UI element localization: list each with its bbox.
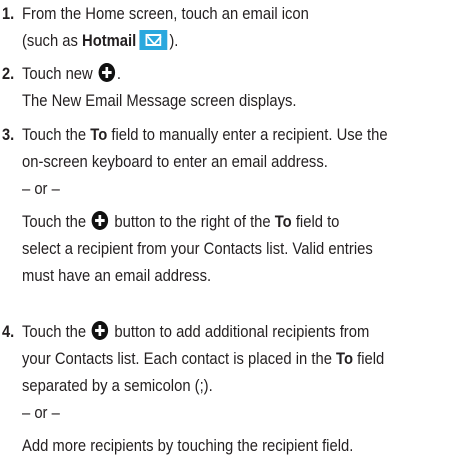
step-text: field xyxy=(353,349,385,368)
step-line: select a recipient from your Contacts li… xyxy=(22,239,373,258)
step-text: Touch the xyxy=(22,322,87,341)
step-number: 4. xyxy=(2,322,15,341)
step-line: Touch new . xyxy=(22,60,473,87)
or-separator: – or – xyxy=(22,403,60,422)
step-text: (such as xyxy=(22,31,83,50)
step-text: field to xyxy=(291,212,340,231)
plus-circle-icon xyxy=(92,211,109,230)
step-body: Touch the To field to manually enter a r… xyxy=(22,121,473,289)
field-name: To xyxy=(90,125,108,144)
step-line: Touch the button to the right of the To … xyxy=(22,208,473,235)
step-number: 1. xyxy=(2,4,15,23)
step-line: From the Home screen, touch an email ico… xyxy=(22,0,473,27)
field-name: To xyxy=(336,349,354,368)
step-line: your Contacts list. Each contact is plac… xyxy=(22,345,473,372)
step-text: From the Home screen, touch an email ico… xyxy=(22,4,309,23)
plus-circle-icon xyxy=(98,63,116,82)
field-name: To xyxy=(274,212,292,231)
instruction-page: 1. From the Home screen, touch an email … xyxy=(0,0,473,468)
step-text: Touch new xyxy=(22,64,93,83)
or-separator: – or – xyxy=(22,179,60,198)
step-line: must have an email address. xyxy=(22,266,212,285)
step-body: Touch new . The New Email Message screen… xyxy=(22,60,473,114)
step-text: . xyxy=(116,64,121,83)
step-body: Touch the button to add additional recip… xyxy=(22,318,473,459)
envelope-icon xyxy=(139,30,168,50)
step-body: From the Home screen, touch an email ico… xyxy=(22,0,473,54)
step-text: Touch the xyxy=(22,212,87,231)
plus-circle-icon xyxy=(92,321,109,340)
step-line: Add more recipients by touching the reci… xyxy=(22,436,354,455)
step-text: ). xyxy=(169,31,179,50)
step-line: (such as Hotmail). xyxy=(22,27,473,54)
step-line: Touch the To field to manually enter a r… xyxy=(22,121,473,148)
step-line: separated by a semicolon (;). xyxy=(22,376,213,395)
step-text: Touch the xyxy=(22,125,91,144)
step-line: on-screen keyboard to enter an email add… xyxy=(22,152,328,171)
step-result: The New Email Message screen displays. xyxy=(22,91,297,110)
step-number: 2. xyxy=(2,64,15,83)
step-text: button to add additional recipients from xyxy=(114,322,370,341)
step-text: button to the right of the xyxy=(114,212,275,231)
app-name: Hotmail xyxy=(82,31,137,50)
step-number: 3. xyxy=(2,125,15,144)
step-line: Touch the button to add additional recip… xyxy=(22,318,473,345)
step-text: field to manually enter a recipient. Use… xyxy=(107,125,388,144)
step-text: your Contacts list. Each contact is plac… xyxy=(22,349,337,368)
